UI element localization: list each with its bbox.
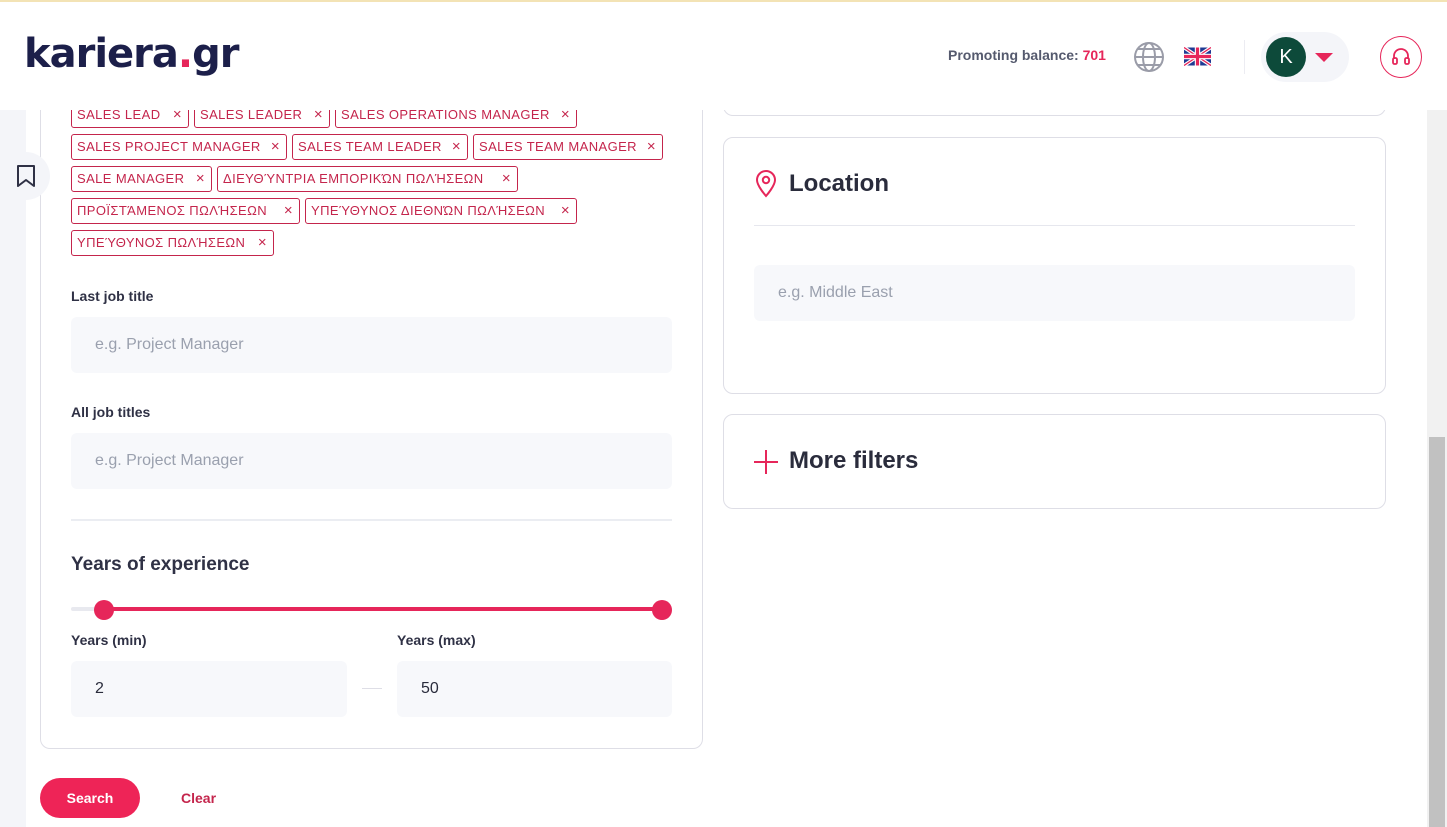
last-job-title-input[interactable]: e.g. Project Manager — [71, 317, 672, 373]
experience-slider-range — [104, 607, 662, 611]
job-title-tag: ΥΠΕΎΘΥΝΟΣ ΔΙΕΘΝΏΝ ΠΩΛΉΣΕΩΝ × — [305, 198, 577, 224]
job-title-tag: SALES TEAM MANAGER × — [473, 134, 663, 160]
tag-label: SALES TEAM LEADER — [298, 139, 442, 154]
section-divider — [71, 519, 672, 521]
job-title-tag: SALE MANAGER × — [71, 166, 212, 192]
remove-tag-icon[interactable]: × — [284, 199, 293, 223]
experience-slider-max-handle[interactable] — [652, 600, 672, 620]
location-divider — [754, 225, 1355, 226]
remove-tag-icon[interactable]: × — [271, 135, 280, 159]
range-dash — [362, 688, 382, 689]
support-button[interactable] — [1380, 36, 1422, 78]
uk-flag-icon[interactable] — [1184, 47, 1211, 66]
location-title: Location — [789, 170, 889, 197]
tag-label: SALES PROJECT MANAGER — [77, 139, 261, 154]
tag-label: ΠΡΟΪΣΤΆΜΕΝΟΣ ΠΩΛΉΣΕΩΝ — [77, 203, 267, 218]
saved-searches-button[interactable] — [2, 152, 50, 200]
all-job-titles-label: All job titles — [71, 404, 151, 420]
tag-label: ΥΠΕΎΘΥΝΟΣ ΠΩΛΉΣΕΩΝ — [77, 235, 246, 250]
scrollbar-thumb[interactable] — [1429, 437, 1445, 827]
tag-label: SALE MANAGER — [77, 171, 185, 186]
years-of-experience-title: Years of experience — [71, 554, 250, 575]
balance-label: Promoting balance: — [948, 47, 1083, 63]
job-title-tag: SALES TEAM LEADER × — [292, 134, 468, 160]
logo-tld: gr — [192, 31, 239, 77]
avatar: K — [1266, 37, 1306, 77]
more-filters-title[interactable]: More filters — [789, 447, 918, 475]
years-min-label: Years (min) — [71, 632, 147, 648]
years-max-input[interactable]: 50 — [397, 661, 672, 717]
years-max-label: Years (max) — [397, 632, 476, 648]
all-job-titles-input[interactable]: e.g. Project Manager — [71, 433, 672, 489]
search-button[interactable]: Search — [40, 778, 140, 818]
plus-icon — [754, 450, 778, 474]
logo-dot: . — [177, 31, 193, 77]
job-title-tag: ΥΠΕΎΘΥΝΟΣ ΠΩΛΉΣΕΩΝ × — [71, 230, 274, 256]
map-pin-icon — [755, 170, 777, 198]
remove-tag-icon[interactable]: × — [452, 135, 461, 159]
tag-label: ΔΙΕΥΘΎΝΤΡΙΑ ΕΜΠΟΡΙΚΏΝ ΠΩΛΉΣΕΩΝ — [223, 171, 484, 186]
clear-button[interactable]: Clear — [181, 788, 216, 808]
bookmark-icon — [17, 165, 35, 187]
remove-tag-icon[interactable]: × — [196, 167, 205, 191]
user-menu-button[interactable]: K — [1261, 32, 1349, 82]
remove-tag-icon[interactable]: × — [561, 199, 570, 223]
remove-tag-icon[interactable]: × — [258, 231, 267, 255]
headset-icon — [1392, 48, 1410, 65]
tag-label: SALES TEAM MANAGER — [479, 139, 637, 154]
chevron-down-icon — [1315, 53, 1333, 62]
years-min-input[interactable]: 2 — [71, 661, 347, 717]
balance-value: 701 — [1082, 47, 1106, 63]
left-sidebar-strip — [0, 110, 26, 827]
remove-tag-icon[interactable]: × — [502, 167, 511, 191]
last-job-title-label: Last job title — [71, 288, 154, 304]
kariera-logo[interactable]: kariera.gr — [24, 30, 239, 78]
job-title-tag: ΠΡΟΪΣΤΆΜΕΝΟΣ ΠΩΛΉΣΕΩΝ × — [71, 198, 300, 224]
job-title-tag: SALES PROJECT MANAGER × — [71, 134, 287, 160]
globe-icon[interactable] — [1133, 41, 1165, 73]
job-title-tag: ΔΙΕΥΘΎΝΤΡΙΑ ΕΜΠΟΡΙΚΏΝ ΠΩΛΉΣΕΩΝ × — [217, 166, 518, 192]
tag-label: ΥΠΕΎΘΥΝΟΣ ΔΙΕΘΝΏΝ ΠΩΛΉΣΕΩΝ — [311, 203, 546, 218]
location-input[interactable]: e.g. Middle East — [754, 265, 1355, 321]
remove-tag-icon[interactable]: × — [647, 135, 656, 159]
promoting-balance: Promoting balance: 701 — [948, 46, 1106, 64]
header-divider — [1244, 40, 1245, 74]
top-header: kariera.gr Promoting balance: 701 K — [0, 2, 1447, 110]
logo-text: kariera — [24, 31, 179, 77]
